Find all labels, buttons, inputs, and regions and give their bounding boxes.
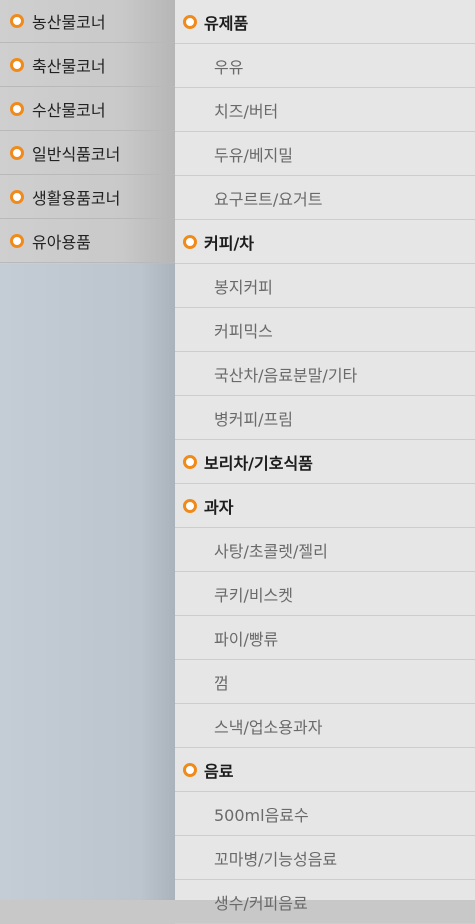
category-label: 농산물코너 [32,13,106,32]
list-item-label: 사탕/초콜렛/젤리 [214,541,328,561]
list-item-label: 파이/빵류 [214,629,279,649]
list-item-label: 국산차/음료분말/기타 [214,365,358,385]
category-item-baby[interactable]: 유아용품 [0,220,175,263]
list-item[interactable]: 껌 [175,660,475,704]
list-item-label: 우유 [214,57,244,77]
category-label: 일반식품코너 [32,145,121,164]
list-item[interactable]: 두유/베지밀 [175,132,475,176]
list-item-label: 스낵/업소용과자 [214,717,323,737]
category-label: 유아용품 [32,233,91,252]
category-item-livestock[interactable]: 축산물코너 [0,44,175,87]
category-item-general-food[interactable]: 일반식품코너 [0,132,175,175]
list-item[interactable]: 500ml음료수 [175,792,475,836]
list-item-label: 꼬마병/기능성음료 [214,849,338,869]
list-item-header[interactable]: 과자 [175,484,475,528]
list-item[interactable]: 파이/빵류 [175,616,475,660]
list-item-label: 두유/베지밀 [214,145,293,165]
orange-ring-bullet-icon [183,454,197,469]
orange-ring-bullet-icon [10,102,24,116]
category-sidebar: 농산물코너 축산물코너 수산물코너 일반식품코너 생활용품코너 유아용품 [0,0,175,900]
list-item-label: 500ml음료수 [214,805,309,825]
orange-ring-bullet-icon [10,14,24,28]
category-item-agricultural[interactable]: 농산물코너 [0,0,175,43]
orange-ring-bullet-icon [183,14,197,29]
list-item[interactable]: 국산차/음료분말/기타 [175,352,475,396]
category-item-household[interactable]: 생활용품코너 [0,176,175,219]
list-item[interactable]: 꼬마병/기능성음료 [175,836,475,880]
list-item-label: 보리차/기호식품 [204,453,313,473]
list-item-label: 생수/커피음료 [214,893,308,913]
list-item[interactable]: 요구르트/요거트 [175,176,475,220]
list-item-label: 과자 [204,497,234,517]
orange-ring-bullet-icon [183,762,197,777]
list-item-label: 요구르트/요거트 [214,189,323,209]
orange-ring-bullet-icon [10,190,24,204]
list-item-label: 커피/차 [204,233,255,253]
orange-ring-bullet-icon [10,146,24,160]
orange-ring-bullet-icon [183,234,197,249]
list-item[interactable]: 사탕/초콜렛/젤리 [175,528,475,572]
category-label: 수산물코너 [32,101,106,120]
list-item[interactable]: 우유 [175,44,475,88]
list-item-header[interactable]: 음료 [175,748,475,792]
sidebar-empty-area [0,264,175,900]
subcategory-list: 유제품 우유 치즈/버터 두유/베지밀 요구르트/요거트 커피/차 봉지커피 커… [175,0,475,924]
list-item-label: 커피믹스 [214,321,273,341]
list-item-label: 봉지커피 [214,277,273,297]
list-item[interactable]: 병커피/프림 [175,396,475,440]
list-item-label: 쿠키/비스켓 [214,585,293,605]
list-item-header[interactable]: 커피/차 [175,220,475,264]
list-item-label: 유제품 [204,13,249,33]
list-item[interactable]: 봉지커피 [175,264,475,308]
category-label: 축산물코너 [32,57,106,76]
list-item-label: 병커피/프림 [214,409,293,429]
list-item[interactable]: 쿠키/비스켓 [175,572,475,616]
list-item-label: 껌 [214,673,229,693]
list-item[interactable]: 치즈/버터 [175,88,475,132]
list-item[interactable]: 생수/커피음료 [175,880,475,924]
list-item-header[interactable]: 유제품 [175,0,475,44]
category-label: 생활용품코너 [32,189,121,208]
orange-ring-bullet-icon [10,58,24,72]
orange-ring-bullet-icon [10,234,24,248]
list-item-label: 음료 [204,761,234,781]
orange-ring-bullet-icon [183,498,197,513]
list-item[interactable]: 커피믹스 [175,308,475,352]
list-item[interactable]: 스낵/업소용과자 [175,704,475,748]
list-item-label: 치즈/버터 [214,101,279,121]
category-item-seafood[interactable]: 수산물코너 [0,88,175,131]
list-item-header[interactable]: 보리차/기호식품 [175,440,475,484]
